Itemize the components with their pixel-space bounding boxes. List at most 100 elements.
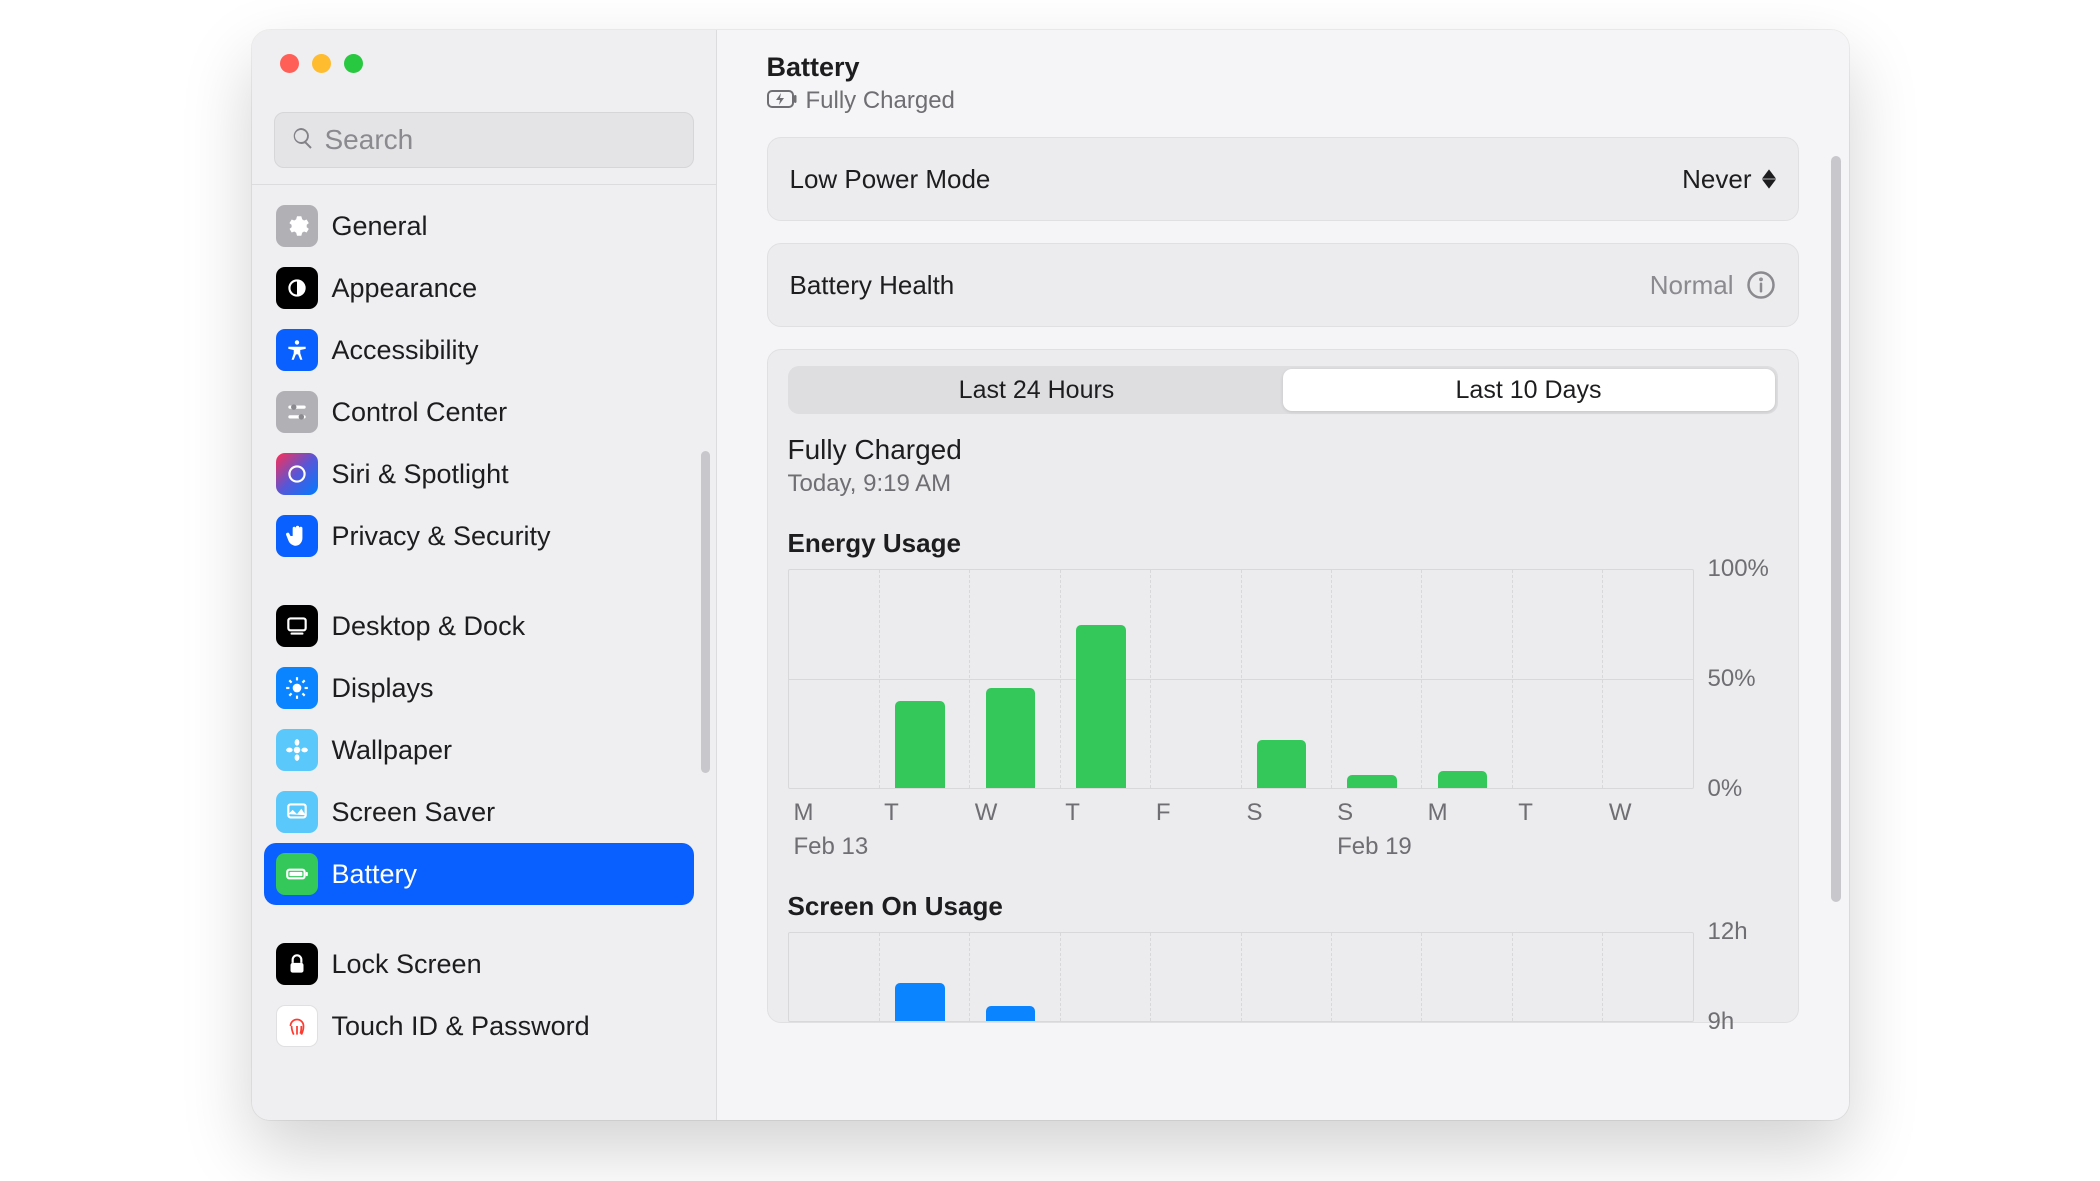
screensaver-icon [276,791,318,833]
screen-on-usage-title: Screen On Usage [788,891,1778,922]
chart-bar [895,983,945,1021]
appearance-icon [276,267,318,309]
date-label [878,833,969,861]
sidebar-label: Displays [332,673,434,704]
last-charge-time: Today, 9:19 AM [788,470,1778,498]
x-tick-label: T [878,799,969,827]
sidebar-label: Battery [332,859,418,890]
battery-health-value: Normal [1650,270,1734,301]
sidebar-item-control-center[interactable]: Control Center [264,381,694,443]
date-label [1603,833,1694,861]
brightness-icon [276,667,318,709]
segment-last-24h[interactable]: Last 24 Hours [791,369,1283,411]
sidebar-item-screen-saver[interactable]: Screen Saver [264,781,694,843]
battery-health-panel: Battery Health Normal [767,243,1799,327]
dock-icon [276,605,318,647]
last-charge-title: Fully Charged [788,434,1778,466]
window-controls [252,30,716,100]
chart-bar [1257,740,1307,788]
x-tick-label: W [1603,799,1694,827]
chart-bar [986,1006,1036,1021]
x-tick-label: W [969,799,1060,827]
chart-bar [1438,771,1488,788]
sidebar-item-desktop-dock[interactable]: Desktop & Dock [264,595,694,657]
search-input[interactable] [325,124,686,156]
chart-bar [986,688,1036,788]
accessibility-icon [276,329,318,371]
sidebar-label: Screen Saver [332,797,496,828]
sidebar-item-general[interactable]: General [264,195,694,257]
low-power-mode-select[interactable]: Never [1682,164,1775,195]
date-label [1422,833,1513,861]
sidebar-label: Siri & Spotlight [332,459,509,490]
updown-icon [1762,169,1776,189]
x-tick-label: M [788,799,879,827]
sidebar-item-lock-screen[interactable]: Lock Screen [264,933,694,995]
info-button[interactable] [1746,270,1776,300]
sidebar-label: Wallpaper [332,735,453,766]
low-power-panel: Low Power Mode Never [767,137,1799,221]
hand-icon [276,515,318,557]
x-tick-label: S [1240,799,1331,827]
sidebar-item-siri[interactable]: Siri & Spotlight [264,443,694,505]
zoom-window-button[interactable] [344,54,363,73]
scrollbar-thumb[interactable] [1831,156,1841,902]
sidebar-label: Lock Screen [332,949,482,980]
energy-usage-title: Energy Usage [788,528,1778,559]
sidebar-item-accessibility[interactable]: Accessibility [264,319,694,381]
y-tick-label: 50% [1708,665,1756,693]
sidebar-item-touch-id[interactable]: Touch ID & Password [264,995,694,1057]
sidebar-list[interactable]: General Appearance Accessibility [252,185,716,1120]
time-range-segment: Last 24 Hours Last 10 Days [788,366,1778,414]
sliders-icon [276,391,318,433]
search-icon [291,126,315,155]
energy-usage-chart: 0%50%100% [788,569,1778,789]
y-tick-label: 12h [1708,918,1748,946]
x-tick-label: T [1059,799,1150,827]
x-tick-label: S [1331,799,1422,827]
close-window-button[interactable] [280,54,299,73]
x-tick-label: M [1422,799,1513,827]
x-tick-label: T [1512,799,1603,827]
search-field[interactable] [274,112,694,168]
date-label [969,833,1060,861]
y-tick-label: 100% [1708,555,1769,583]
low-power-mode-label: Low Power Mode [790,164,991,195]
sidebar-label: Control Center [332,397,508,428]
y-tick-label: 9h [1708,1008,1735,1036]
date-label [1150,833,1241,861]
sidebar-item-battery[interactable]: Battery [264,843,694,905]
chart-bar [1347,775,1397,788]
content: Battery Fully Charged Low Power Mode Nev… [717,30,1849,1120]
sidebar: General Appearance Accessibility [252,30,717,1120]
sidebar-label: Desktop & Dock [332,611,526,642]
gear-icon [276,205,318,247]
y-tick-label: 0% [1708,775,1743,803]
chart-bar [1076,625,1126,789]
sidebar-item-appearance[interactable]: Appearance [264,257,694,319]
segment-last-10d[interactable]: Last 10 Days [1283,369,1775,411]
sidebar-label: Accessibility [332,335,479,366]
scrollbar-thumb[interactable] [701,451,710,773]
date-label [1059,833,1150,861]
screen-on-usage-chart: 9h12h [788,932,1778,1022]
battery-status-text: Fully Charged [806,87,955,115]
x-tick-label: F [1150,799,1241,827]
sidebar-label: Touch ID & Password [332,1011,590,1042]
sidebar-label: Appearance [332,273,478,304]
date-label [1512,833,1603,861]
sidebar-label: Privacy & Security [332,521,551,552]
flower-icon [276,729,318,771]
sidebar-item-privacy[interactable]: Privacy & Security [264,505,694,567]
date-label: Feb 19 [1331,833,1422,861]
siri-icon [276,453,318,495]
battery-health-label: Battery Health [790,270,955,301]
page-title: Battery [767,52,1799,83]
select-value: Never [1682,164,1751,195]
sidebar-item-displays[interactable]: Displays [264,657,694,719]
sidebar-label: General [332,211,428,242]
usage-panel: Last 24 Hours Last 10 Days Fully Charged… [767,349,1799,1023]
sidebar-item-wallpaper[interactable]: Wallpaper [264,719,694,781]
lock-icon [276,943,318,985]
minimize-window-button[interactable] [312,54,331,73]
